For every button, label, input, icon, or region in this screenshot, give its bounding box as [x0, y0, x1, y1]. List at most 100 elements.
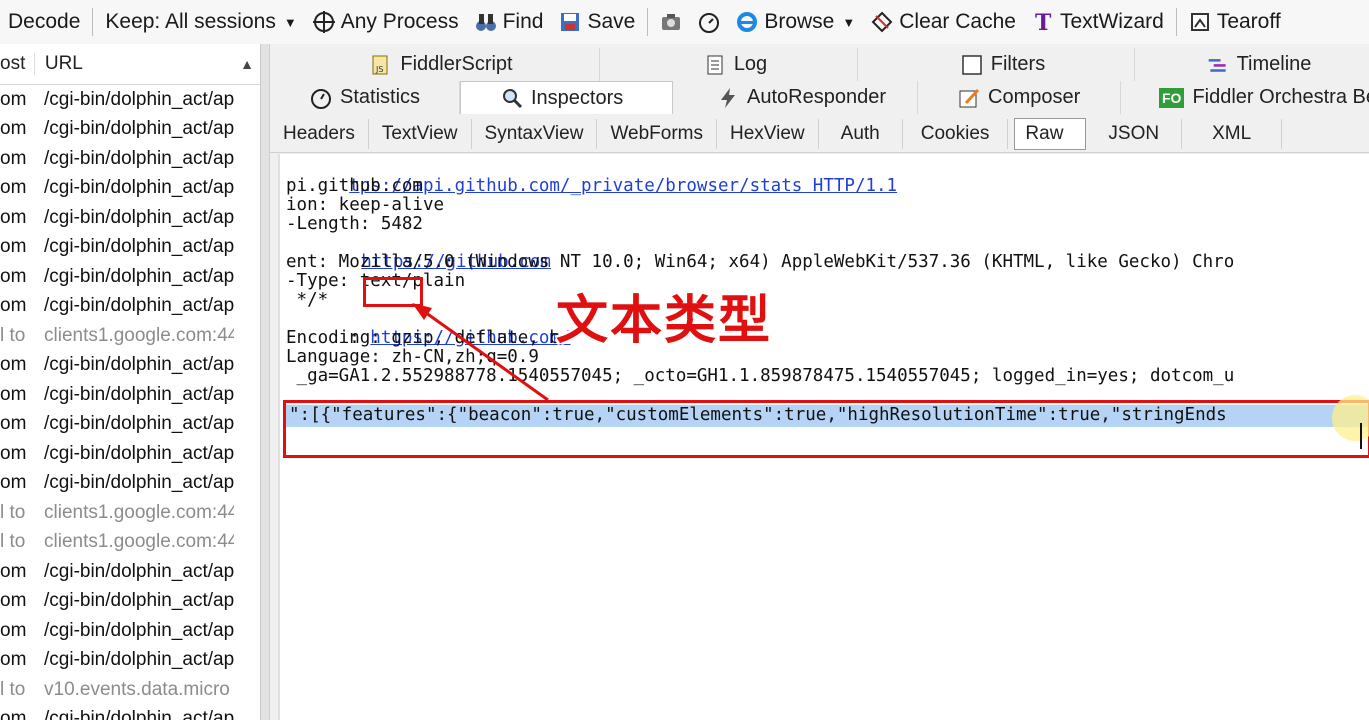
session-row[interactable]: l to clients1.google.com:44 [0, 528, 260, 558]
save-button[interactable]: Save [551, 2, 643, 42]
tab-timeline[interactable]: Timeline [1135, 48, 1369, 81]
session-url: /cgi-bin/dolphin_act/ap [44, 560, 234, 582]
subtab-webforms[interactable]: WebForms [597, 119, 718, 149]
svg-text:JS: JS [375, 65, 383, 74]
session-row[interactable]: l to v10.events.data.micro [0, 675, 260, 705]
session-row[interactable]: om/cgi-bin/dolphin_act/ap [0, 410, 260, 440]
timeline-icon [1207, 54, 1229, 76]
main-toolbar: Decode Keep: All sessions ▼ Any Process … [0, 0, 1369, 45]
session-rows: om/cgi-bin/dolphin_act/ap om/cgi-bin/dolp… [0, 85, 260, 720]
session-url: /cgi-bin/dolphin_act/ap [44, 88, 234, 110]
host-column-header[interactable]: ost [0, 53, 34, 75]
inspector-icon [501, 87, 523, 109]
tab-autoresponder[interactable]: AutoResponder [673, 81, 918, 114]
screenshot-button[interactable] [652, 2, 690, 42]
subtab-raw[interactable]: Raw [1014, 118, 1087, 150]
session-host: om [0, 560, 27, 582]
session-host: om [0, 295, 27, 317]
session-url: v10.events.data.micro [44, 678, 230, 700]
textwizard-button[interactable]: T TextWizard [1024, 2, 1172, 42]
clear-cache-icon [871, 11, 893, 33]
session-row[interactable]: om/cgi-bin/dolphin_act/ap [0, 203, 260, 233]
session-row[interactable]: om/cgi-bin/dolphin_act/ap [0, 646, 260, 676]
subtab-cookies[interactable]: Cookies [903, 119, 1009, 149]
session-host: om [0, 442, 27, 464]
session-row[interactable]: om/cgi-bin/dolphin_act/ap [0, 351, 260, 381]
subtab-headers[interactable]: Headers [270, 119, 369, 149]
session-row[interactable]: om/cgi-bin/dolphin_act/ap [0, 115, 260, 145]
subtab-syntaxview[interactable]: SyntaxView [472, 119, 598, 149]
session-row[interactable]: om/cgi-bin/dolphin_act/ap [0, 380, 260, 410]
session-row[interactable]: om/cgi-bin/dolphin_act/ap [0, 557, 260, 587]
any-process-button[interactable]: Any Process [305, 2, 467, 42]
scroll-up-icon[interactable]: ▲ [234, 56, 260, 72]
clear-cache-label: Clear Cache [899, 10, 1016, 33]
session-url: /cgi-bin/dolphin_act/ap [44, 295, 234, 317]
find-button[interactable]: Find [467, 2, 552, 42]
session-row[interactable]: om/cgi-bin/dolphin_act/ap [0, 85, 260, 115]
session-url: /cgi-bin/dolphin_act/ap [44, 354, 234, 376]
text-cursor [1360, 423, 1362, 449]
keep-sessions-dropdown[interactable]: Keep: All sessions ▼ [97, 2, 304, 42]
tab-timeline-label: Timeline [1236, 53, 1312, 75]
tab-log[interactable]: Log [600, 48, 858, 81]
tab-filters[interactable]: Filters [858, 48, 1135, 81]
session-row[interactable]: om/cgi-bin/dolphin_act/ap [0, 174, 260, 204]
timer-button[interactable] [690, 2, 728, 42]
subtab-textview[interactable]: TextView [369, 119, 472, 149]
url-column-header[interactable]: URL [33, 53, 234, 75]
any-process-label: Any Process [340, 10, 459, 33]
session-row[interactable]: om/cgi-bin/dolphin_act/ap [0, 705, 260, 720]
tab-fiddler-orchestra[interactable]: FO Fiddler Orchestra Be [1121, 81, 1369, 114]
top-tab-row: JS FiddlerScript Log Filters Timeline [270, 48, 1369, 81]
camera-icon [660, 11, 682, 33]
content-length-header: -Length: 5482 [286, 214, 423, 234]
toolbar-separator [92, 8, 94, 36]
session-row[interactable]: om/cgi-bin/dolphin_act/ap [0, 587, 260, 617]
session-row[interactable]: om/cgi-bin/dolphin_act/ap [0, 233, 260, 263]
tab-fiddlerscript[interactable]: JS FiddlerScript [270, 48, 600, 81]
subtab-hexview[interactable]: HexView [717, 119, 819, 149]
session-list[interactable]: ost URL ▲ om/cgi-bin/dolphin_act/ap om/cg… [0, 44, 261, 720]
session-host: om [0, 383, 27, 405]
browse-label: Browse [764, 10, 835, 33]
session-url: /cgi-bin/dolphin_act/ap [44, 708, 234, 720]
session-row[interactable]: om/cgi-bin/dolphin_act/ap [0, 439, 260, 469]
session-row[interactable]: om/cgi-bin/dolphin_act/ap [0, 292, 260, 322]
session-row[interactable]: om/cgi-bin/dolphin_act/ap [0, 469, 260, 499]
request-url-link[interactable]: tps://api.github.com/_private/browser/st… [349, 176, 897, 196]
decode-button[interactable]: Decode [0, 2, 88, 42]
session-host: om [0, 177, 27, 199]
session-url: /cgi-bin/dolphin_act/ap [44, 236, 234, 258]
session-row[interactable]: om/cgi-bin/dolphin_act/ap [0, 262, 260, 292]
subtab-json[interactable]: JSON [1086, 119, 1183, 149]
session-url: clients1.google.com:44 [44, 501, 234, 523]
decode-label: Decode [8, 10, 81, 33]
request-body-json[interactable]: ":[{"features":{"beacon":true,"customEle… [289, 406, 1227, 425]
tearoff-button[interactable]: Tearoff [1181, 2, 1289, 42]
request-body-highlight: ":[{"features":{"beacon":true,"customEle… [283, 395, 1369, 458]
browse-button[interactable]: Browse ▼ [728, 2, 863, 42]
clear-cache-button[interactable]: Clear Cache [863, 2, 1024, 42]
binoculars-icon [475, 11, 497, 33]
session-row[interactable]: l to clients1.google.com:44 [0, 498, 260, 528]
session-host: om [0, 472, 27, 494]
tab-statistics[interactable]: Statistics [270, 81, 460, 114]
subtab-auth[interactable]: Auth [819, 119, 903, 149]
session-url: /cgi-bin/dolphin_act/ap [44, 147, 234, 169]
subtab-xml[interactable]: XML [1182, 119, 1283, 149]
raw-request-text[interactable]: tps://api.github.com/_private/browser/st… [278, 154, 1369, 720]
session-row[interactable]: l to clients1.google.com:44 [0, 321, 260, 351]
tab-statistics-label: Statistics [340, 86, 421, 108]
ie-icon [736, 11, 758, 33]
session-host: om [0, 354, 27, 376]
tab-composer[interactable]: Composer [918, 81, 1121, 114]
session-row[interactable]: om/cgi-bin/dolphin_act/ap [0, 616, 260, 646]
session-row[interactable]: om/cgi-bin/dolphin_act/ap [0, 144, 260, 174]
chevron-down-icon[interactable]: ▼ [842, 15, 855, 30]
inspector-panel: JS FiddlerScript Log Filters Timeline St… [270, 44, 1369, 720]
connection-header: ion: keep-alive [286, 195, 445, 215]
tab-inspectors[interactable]: Inspectors [460, 81, 673, 114]
request-line[interactable]: tps://api.github.com/_private/browser/st… [286, 158, 897, 196]
pane-splitter[interactable] [261, 44, 270, 720]
